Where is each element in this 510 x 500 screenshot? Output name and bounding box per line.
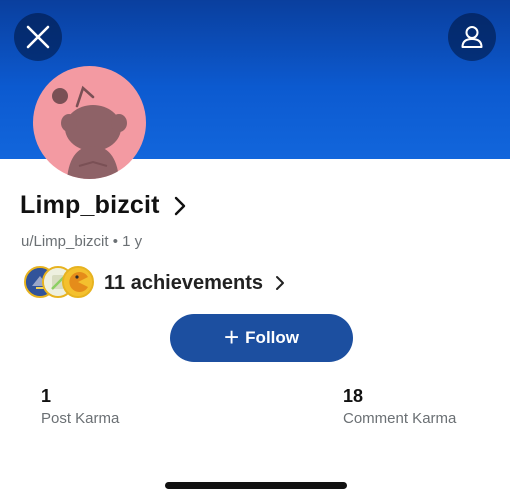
close-icon bbox=[26, 25, 50, 49]
achievements-count: 11 achievements bbox=[104, 271, 263, 294]
pacman-badge-icon bbox=[62, 266, 94, 298]
snoo-avatar-icon bbox=[52, 85, 127, 179]
account-age: 1 y bbox=[122, 233, 143, 250]
chevron-right-icon[interactable] bbox=[174, 196, 186, 216]
close-button[interactable] bbox=[14, 13, 62, 61]
plus-icon: + bbox=[223, 322, 240, 352]
chevron-right-icon bbox=[276, 276, 284, 290]
profile-menu-button[interactable] bbox=[448, 13, 496, 61]
user-handle: u/Limp_bizcit bbox=[21, 233, 109, 250]
achievements-link[interactable]: 11 achievements bbox=[24, 265, 285, 301]
avatar[interactable] bbox=[33, 66, 146, 179]
user-icon bbox=[461, 26, 483, 48]
follow-label: Follow bbox=[245, 328, 299, 347]
comment-karma-stat: 18 Comment Karma bbox=[343, 386, 456, 427]
profile-meta: u/Limp_bizcit • 1 y bbox=[21, 233, 142, 250]
home-indicator[interactable] bbox=[165, 482, 347, 489]
post-karma-value: 1 bbox=[41, 386, 52, 406]
post-karma-stat: 1 Post Karma bbox=[41, 386, 119, 427]
meta-separator: • bbox=[112, 233, 118, 250]
achievement-badges bbox=[24, 265, 96, 301]
comment-karma-label: Comment Karma bbox=[343, 410, 457, 427]
follow-button[interactable]: + Follow bbox=[170, 314, 353, 362]
post-karma-label: Post Karma bbox=[41, 410, 120, 427]
comment-karma-value: 18 bbox=[343, 386, 364, 406]
username[interactable]: Limp_bizcit bbox=[20, 191, 160, 220]
